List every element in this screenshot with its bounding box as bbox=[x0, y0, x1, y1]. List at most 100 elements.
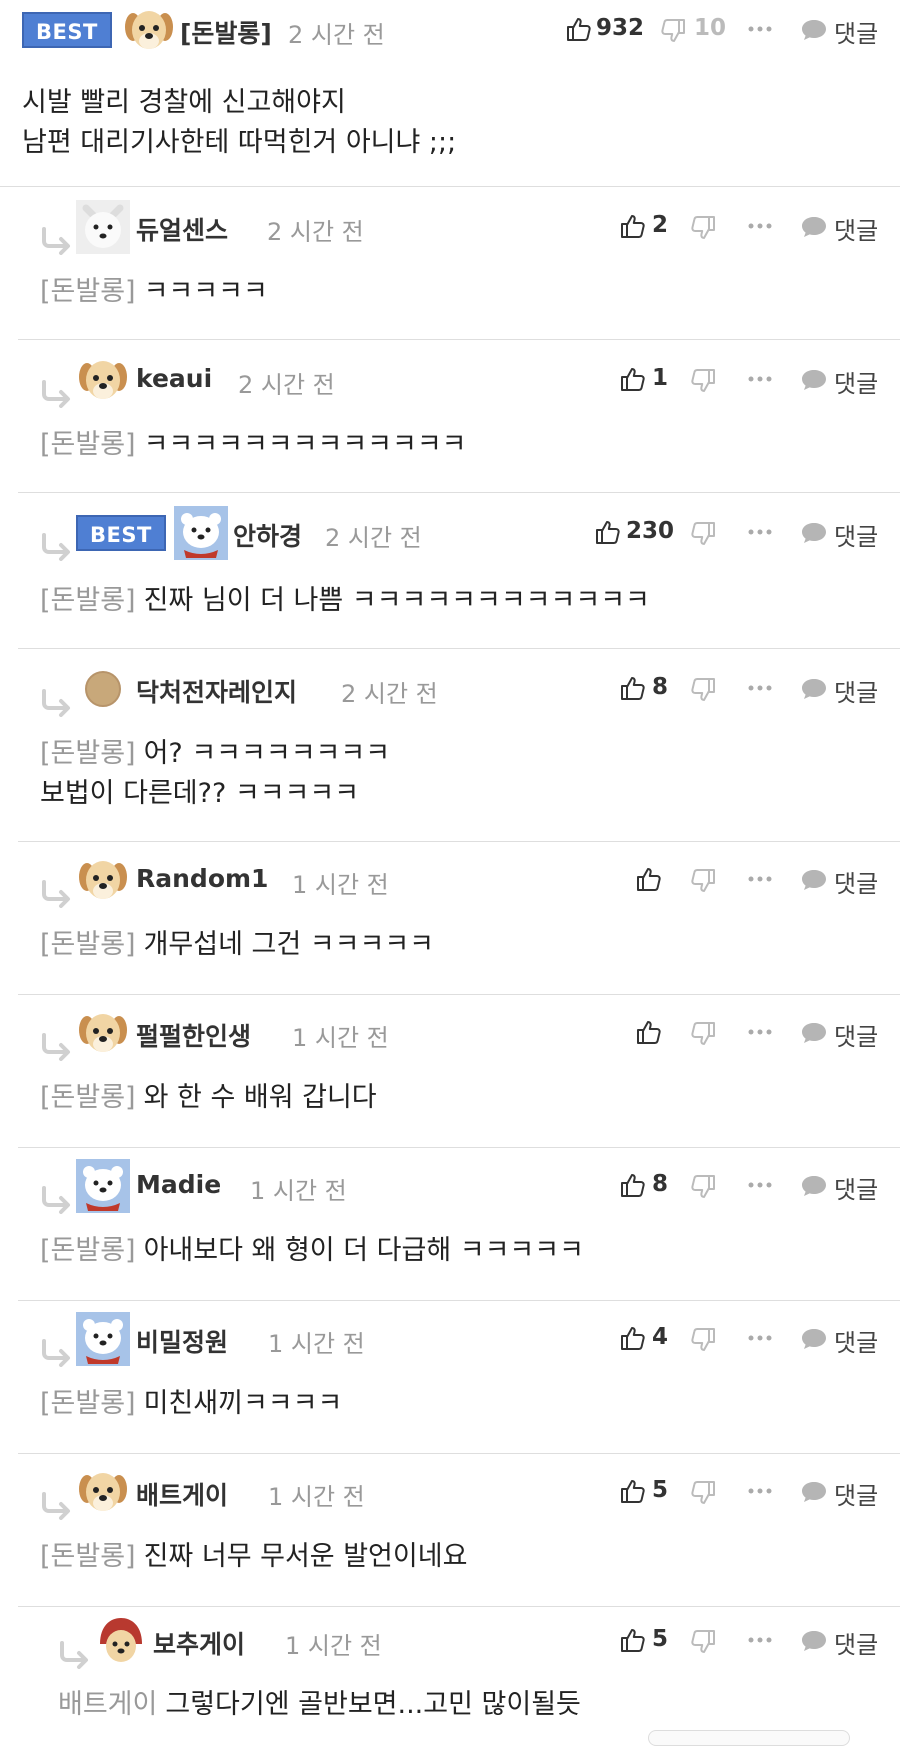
thumbs-down-icon[interactable] bbox=[690, 1479, 718, 1507]
polar-bear-avatar[interactable] bbox=[174, 506, 228, 560]
thumbs-down-icon[interactable] bbox=[690, 867, 718, 895]
more-options-icon[interactable] bbox=[748, 1181, 772, 1189]
puppy-avatar[interactable] bbox=[76, 853, 130, 907]
author-name[interactable]: keaui bbox=[136, 364, 212, 393]
thumbs-up-icon[interactable] bbox=[618, 674, 646, 702]
mention-tag[interactable]: [돈발롱] bbox=[40, 1082, 136, 1113]
reply-button[interactable]: 댓글 bbox=[834, 864, 878, 899]
more-options-icon[interactable] bbox=[748, 375, 772, 383]
thumbs-down-icon[interactable] bbox=[690, 214, 718, 242]
puppy-avatar[interactable] bbox=[76, 353, 130, 407]
reply-bubble-icon[interactable] bbox=[800, 1480, 828, 1504]
author-name[interactable]: Random1 bbox=[136, 864, 268, 893]
reply-button[interactable]: 댓글 bbox=[834, 1476, 878, 1511]
comment-body: [돈발롱] 와 한 수 배워 갑니다 bbox=[40, 1078, 377, 1118]
reply-button[interactable]: 댓글 bbox=[834, 364, 878, 399]
author-name[interactable]: Madie bbox=[136, 1170, 221, 1199]
reply-button[interactable]: 댓글 bbox=[834, 1323, 878, 1358]
mention-tag[interactable]: [돈발롱] bbox=[40, 429, 136, 460]
reply-button[interactable]: 댓글 bbox=[834, 673, 878, 708]
thumbs-up-icon[interactable] bbox=[564, 15, 592, 43]
timestamp: 2 시간 전 bbox=[325, 524, 422, 552]
comment-text-line: [돈발롱] ㅋㅋㅋㅋㅋ bbox=[40, 272, 268, 312]
thumbs-down-icon[interactable] bbox=[690, 676, 718, 704]
reply-bubble-icon[interactable] bbox=[800, 1021, 828, 1045]
mention-tag[interactable]: [돈발롱] bbox=[40, 1235, 136, 1266]
more-options-icon[interactable] bbox=[748, 1334, 772, 1342]
hooded-puppy-avatar[interactable] bbox=[94, 1614, 148, 1668]
thumbs-down-icon[interactable] bbox=[690, 1173, 718, 1201]
more-options-icon[interactable] bbox=[748, 222, 772, 230]
thumbs-down-icon[interactable] bbox=[690, 1628, 718, 1656]
comment-text-line: [돈발롱] 미친새끼ㅋㅋㅋㅋ bbox=[40, 1384, 342, 1424]
thumbs-down-icon[interactable] bbox=[660, 17, 688, 45]
upvote-count: 932 bbox=[596, 15, 645, 41]
comment-thread: BEST [돈발롱] 2 시간 전 932 10 댓글 시발 빨리 경찰에 신고해야지 남편 … bbox=[0, 0, 900, 1740]
comment-body: [돈발롱] 아내보다 왜 형이 더 다급해 ㅋㅋㅋㅋㅋ bbox=[40, 1231, 584, 1271]
mention-tag[interactable]: [돈발롱] bbox=[40, 1541, 136, 1572]
author-name[interactable]: [돈발롱] bbox=[180, 14, 272, 50]
more-options-icon[interactable] bbox=[748, 1487, 772, 1495]
white-dog-avatar[interactable] bbox=[76, 200, 130, 254]
mention-tag[interactable]: [돈발롱] bbox=[40, 276, 136, 307]
reply-button[interactable]: 댓글 bbox=[834, 14, 878, 49]
thumbs-up-icon[interactable] bbox=[634, 1018, 662, 1046]
thumbs-up-icon[interactable] bbox=[618, 365, 646, 393]
reply-button[interactable]: 댓글 bbox=[834, 1170, 878, 1205]
reply-bubble-icon[interactable] bbox=[800, 868, 828, 892]
best-badge: BEST bbox=[76, 515, 166, 551]
comment-text: 시발 빨리 경찰에 신고해야지 bbox=[22, 87, 346, 118]
thumbs-down-icon[interactable] bbox=[690, 1326, 718, 1354]
mention-tag[interactable]: [돈발롱] bbox=[40, 585, 136, 616]
thumbs-up-icon[interactable] bbox=[618, 1324, 646, 1352]
thumbs-up-icon[interactable] bbox=[593, 518, 621, 546]
polar-bear-avatar[interactable] bbox=[76, 1312, 130, 1366]
author-name[interactable]: 펄펄한인생 bbox=[136, 1017, 251, 1053]
thumbs-down-icon[interactable] bbox=[690, 1020, 718, 1048]
thumbs-up-icon[interactable] bbox=[618, 212, 646, 240]
thumbs-up-icon[interactable] bbox=[618, 1171, 646, 1199]
reply-bubble-icon[interactable] bbox=[800, 368, 828, 392]
comment-text: 진짜 너무 무서운 발언이네요 bbox=[143, 1541, 468, 1572]
mention-tag[interactable]: [돈발롱] bbox=[40, 738, 136, 769]
thumbs-down-icon[interactable] bbox=[690, 520, 718, 548]
more-options-icon[interactable] bbox=[748, 528, 772, 536]
thumbs-up-icon[interactable] bbox=[618, 1477, 646, 1505]
reply-bubble-icon[interactable] bbox=[800, 521, 828, 545]
reply-button[interactable]: 댓글 bbox=[834, 1625, 878, 1660]
more-options-icon[interactable] bbox=[748, 684, 772, 692]
comment-text-line: [돈발롱] 와 한 수 배워 갑니다 bbox=[40, 1078, 377, 1118]
thumbs-up-icon[interactable] bbox=[634, 865, 662, 893]
reply-button[interactable]: 댓글 bbox=[834, 211, 878, 246]
puppy-avatar[interactable] bbox=[76, 1006, 130, 1060]
mention-tag[interactable]: [돈발롱] bbox=[40, 1388, 136, 1419]
comment-text: 남편 대리기사한테 따먹힌거 아니냐 ;;; bbox=[22, 127, 457, 158]
more-options-icon[interactable] bbox=[748, 1028, 772, 1036]
reply-button[interactable]: 댓글 bbox=[834, 1017, 878, 1052]
reply-bubble-icon[interactable] bbox=[800, 677, 828, 701]
author-name[interactable]: 비밀정원 bbox=[136, 1323, 228, 1359]
author-name[interactable]: 배트게이 bbox=[136, 1476, 228, 1512]
reply-bubble-icon[interactable] bbox=[800, 18, 828, 42]
more-options-icon[interactable] bbox=[748, 25, 772, 33]
mention-tag[interactable]: 배트게이 bbox=[58, 1689, 157, 1720]
author-name[interactable]: 닥처전자레인지 bbox=[136, 673, 297, 709]
author-name[interactable]: 안하경 bbox=[233, 517, 302, 553]
more-options-icon[interactable] bbox=[748, 875, 772, 883]
reply-bubble-icon[interactable] bbox=[800, 1327, 828, 1351]
timestamp: 1 시간 전 bbox=[292, 1024, 389, 1052]
mention-tag[interactable]: [돈발롱] bbox=[40, 929, 136, 960]
brown-circle-avatar[interactable] bbox=[76, 662, 130, 716]
author-name[interactable]: 듀얼센스 bbox=[136, 211, 228, 247]
thumbs-down-icon[interactable] bbox=[690, 367, 718, 395]
more-options-icon[interactable] bbox=[748, 1636, 772, 1644]
reply-button[interactable]: 댓글 bbox=[834, 517, 878, 552]
thumbs-up-icon[interactable] bbox=[618, 1626, 646, 1654]
author-name[interactable]: 보추게이 bbox=[153, 1625, 245, 1661]
polar-bear-avatar[interactable] bbox=[76, 1159, 130, 1213]
reply-bubble-icon[interactable] bbox=[800, 1629, 828, 1653]
reply-bubble-icon[interactable] bbox=[800, 215, 828, 239]
reply-bubble-icon[interactable] bbox=[800, 1174, 828, 1198]
puppy-avatar[interactable] bbox=[122, 3, 176, 57]
puppy-avatar[interactable] bbox=[76, 1465, 130, 1519]
